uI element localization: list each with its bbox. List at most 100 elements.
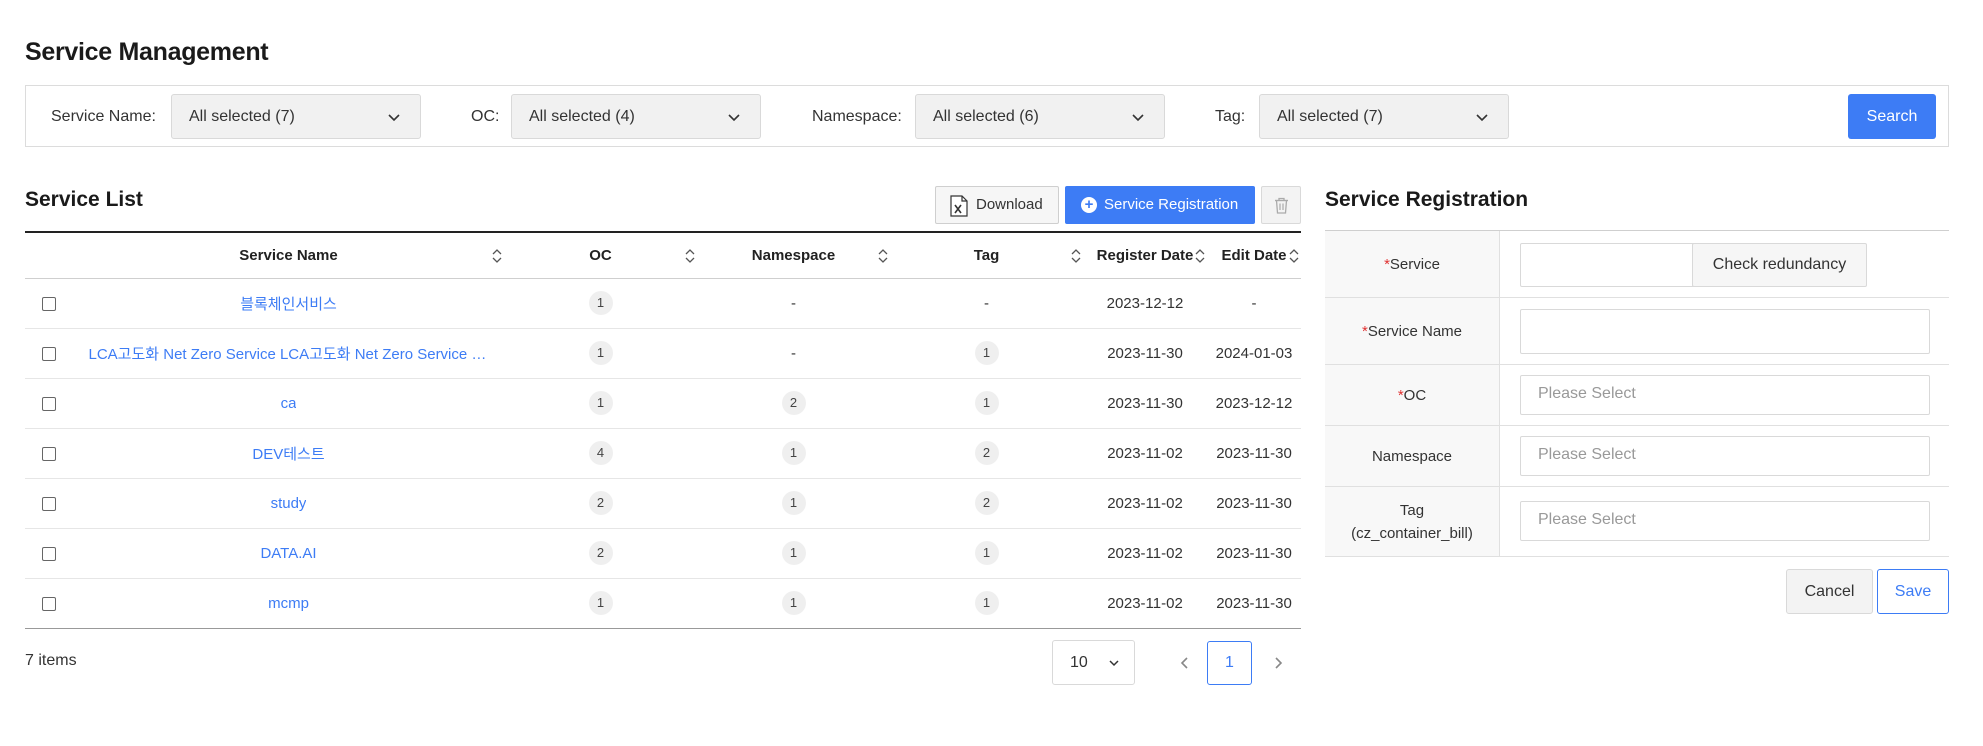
- column-header-edit-date[interactable]: Edit Date: [1207, 232, 1301, 278]
- table-row[interactable]: LCA고도화 Net Zero Service LCA고도화 Net Zero …: [25, 328, 1301, 378]
- edit-date-cell: -: [1251, 294, 1257, 312]
- delete-button[interactable]: [1261, 186, 1301, 224]
- sort-icon[interactable]: [1289, 248, 1299, 264]
- service-name-link[interactable]: LCA고도화 Net Zero Service LCA고도화 Net Zero …: [89, 343, 489, 364]
- tag-filter-value: All selected (7): [1277, 108, 1383, 125]
- oc-filter-value: All selected (4): [529, 108, 635, 125]
- edit-date-cell: 2023-11-30: [1216, 594, 1292, 612]
- register-date-cell: 2023-11-30: [1107, 394, 1183, 412]
- column-header-label: Tag: [973, 246, 1000, 264]
- service-name-filter-select[interactable]: All selected (7): [171, 94, 421, 139]
- chevron-down-icon: [388, 114, 400, 122]
- table-row[interactable]: DATA.AI 2 1 1 2023-11-02 2023-11-30: [25, 528, 1301, 578]
- pagination-page[interactable]: 1: [1207, 641, 1252, 685]
- chevron-left-icon[interactable]: [1179, 656, 1191, 670]
- row-checkbox[interactable]: [42, 496, 56, 511]
- column-header-namespace[interactable]: Namespace: [697, 232, 890, 278]
- column-header-service-name[interactable]: Service Name: [73, 232, 504, 278]
- row-checkbox[interactable]: [42, 546, 56, 561]
- edit-date-cell: 2023-12-12: [1215, 394, 1293, 412]
- tag-filter-select[interactable]: All selected (7): [1259, 94, 1509, 139]
- service-name-link[interactable]: study: [271, 495, 307, 512]
- tag-filter-label: Tag:: [1215, 108, 1246, 125]
- download-button[interactable]: Download: [935, 186, 1059, 224]
- search-button[interactable]: Search: [1848, 94, 1936, 139]
- sort-icon[interactable]: [1071, 248, 1081, 264]
- excel-icon: [950, 195, 968, 217]
- oc-count-badge: 2: [588, 491, 613, 515]
- tag-count-badge: 2: [974, 491, 999, 515]
- column-header-label: Edit Date: [1221, 246, 1287, 264]
- form-row-service: * Service Check redundancy: [1325, 231, 1949, 298]
- oc-count-badge: 1: [588, 591, 613, 615]
- trash-icon: [1275, 197, 1288, 214]
- form-row-oc: * OC Please Select: [1325, 365, 1949, 426]
- cancel-button[interactable]: Cancel: [1786, 569, 1873, 614]
- chevron-right-icon[interactable]: [1272, 656, 1284, 670]
- service-name-link[interactable]: DATA.AI: [260, 545, 316, 562]
- register-date-cell: 2023-11-02: [1107, 494, 1183, 512]
- row-checkbox[interactable]: [42, 446, 56, 461]
- table-row[interactable]: ca 1 2 1 2023-11-30 2023-12-12: [25, 378, 1301, 428]
- oc-select[interactable]: Please Select: [1520, 375, 1930, 415]
- registration-form: * Service Check redundancy * Service Name …: [1325, 230, 1949, 557]
- tag-select[interactable]: Please Select: [1520, 501, 1930, 541]
- row-checkbox[interactable]: [42, 596, 56, 611]
- sort-icon[interactable]: [685, 248, 695, 264]
- table-row[interactable]: 블록체인서비스 1 - - 2023-12-12 -: [25, 278, 1301, 328]
- service-name-link[interactable]: mcmp: [268, 595, 309, 612]
- service-name-filter-label: Service Name:: [51, 108, 156, 125]
- table-header-row: Service Name OC Namespace Tag Register D…: [25, 232, 1301, 278]
- tag-label: Tag (cz_container_bill): [1325, 487, 1500, 556]
- namespace-filter-select[interactable]: All selected (6): [915, 94, 1165, 139]
- namespace-count-badge: 1: [781, 541, 806, 565]
- tag-count-badge: 1: [974, 341, 999, 365]
- service-registration-button[interactable]: + Service Registration: [1065, 186, 1255, 224]
- edit-date-cell: 2023-11-30: [1216, 444, 1292, 462]
- oc-count-badge: 4: [588, 441, 613, 465]
- plus-circle-icon: +: [1081, 197, 1097, 213]
- row-checkbox[interactable]: [42, 396, 56, 411]
- tag-cell: -: [984, 294, 989, 312]
- table-row[interactable]: DEV테스트 4 1 2 2023-11-02 2023-11-30: [25, 428, 1301, 478]
- namespace-count-badge: 2: [781, 391, 806, 415]
- namespace-select[interactable]: Please Select: [1520, 436, 1930, 476]
- page-size-value: 10: [1070, 654, 1088, 671]
- namespace-count-badge: 1: [781, 591, 806, 615]
- oc-label-text: OC: [1403, 386, 1427, 404]
- tag-count-badge: 2: [974, 441, 999, 465]
- page-size-select[interactable]: 10: [1052, 640, 1135, 685]
- sort-icon[interactable]: [878, 248, 888, 264]
- column-header-register-date[interactable]: Register Date: [1083, 232, 1207, 278]
- oc-filter-select[interactable]: All selected (4): [511, 94, 761, 139]
- namespace-cell: -: [791, 294, 796, 312]
- service-registration-label: Service Registration: [1104, 196, 1239, 213]
- edit-date-cell: 2024-01-03: [1215, 344, 1293, 362]
- table-row[interactable]: study 2 1 2 2023-11-02 2023-11-30: [25, 478, 1301, 528]
- service-name-input[interactable]: [1520, 309, 1930, 354]
- row-checkbox[interactable]: [42, 346, 56, 361]
- check-redundancy-button[interactable]: Check redundancy: [1692, 243, 1867, 287]
- oc-count-badge: 1: [588, 341, 613, 365]
- column-header-label: Service Name: [239, 246, 338, 264]
- chevron-down-icon: [1109, 660, 1119, 667]
- column-header-label: Namespace: [751, 246, 836, 264]
- save-button[interactable]: Save: [1877, 569, 1949, 614]
- table-row[interactable]: mcmp 1 1 1 2023-11-02 2023-11-30: [25, 578, 1301, 628]
- namespace-label: Namespace: [1325, 426, 1500, 486]
- column-header-label: OC: [589, 246, 612, 264]
- column-header-oc[interactable]: OC: [504, 232, 697, 278]
- oc-count-badge: 2: [588, 541, 613, 565]
- oc-label: * OC: [1325, 365, 1500, 425]
- sort-icon[interactable]: [492, 248, 502, 264]
- oc-count-badge: 1: [588, 291, 613, 315]
- chevron-down-icon: [728, 114, 740, 122]
- service-name-link[interactable]: ca: [281, 395, 297, 412]
- tag-label-text: Tag: [1399, 501, 1425, 519]
- service-name-link[interactable]: DEV테스트: [252, 443, 324, 464]
- service-name-link[interactable]: 블록체인서비스: [240, 293, 337, 314]
- row-checkbox[interactable]: [42, 296, 56, 311]
- register-date-cell: 2023-11-02: [1107, 594, 1183, 612]
- sort-icon[interactable]: [1195, 248, 1205, 264]
- column-header-tag[interactable]: Tag: [890, 232, 1083, 278]
